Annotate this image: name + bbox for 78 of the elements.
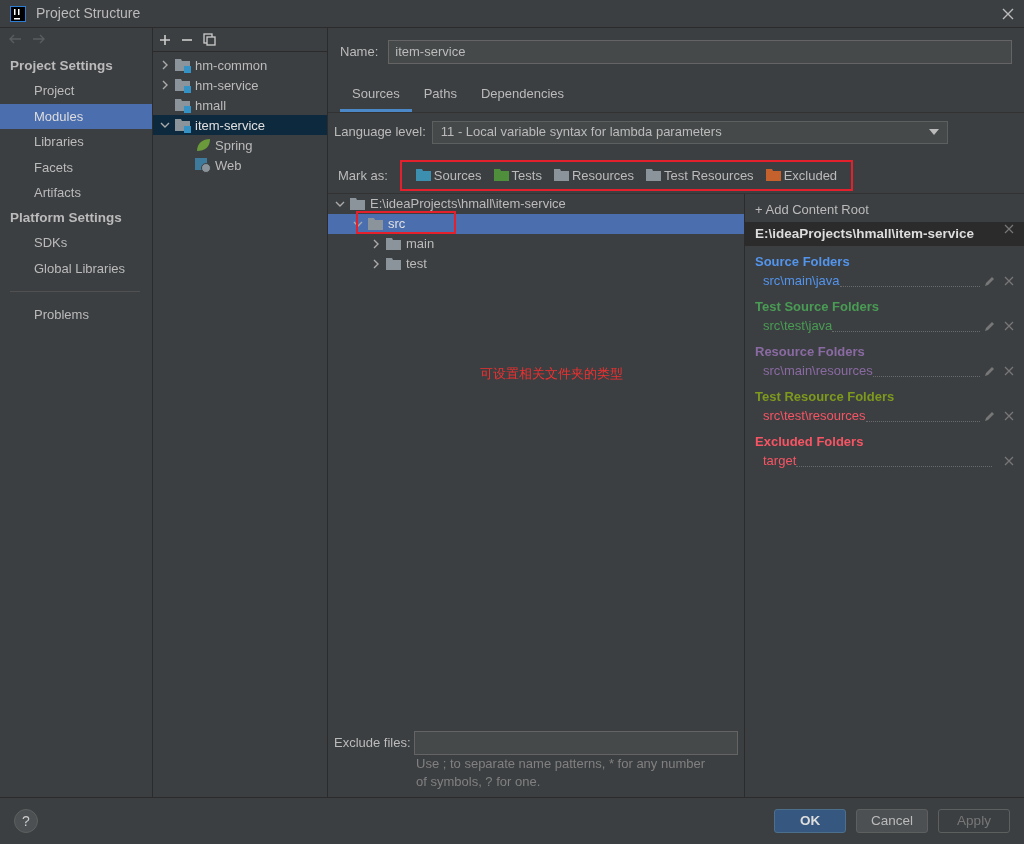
tab[interactable]: Sources (340, 80, 412, 112)
pencil-icon[interactable] (984, 320, 996, 332)
folder-section-title: Test Source Folders (755, 297, 880, 316)
leaf-icon (195, 137, 211, 154)
sidebar-item[interactable]: Global Libraries (0, 255, 152, 281)
mark-as-button[interactable]: Test Resources (646, 165, 754, 185)
section-heading: Project Settings (9, 57, 114, 75)
folder-section-title: Excluded Folders (755, 432, 865, 451)
module-folder-icon (175, 97, 191, 114)
mark-as-button[interactable]: Tests (493, 165, 542, 185)
close-icon[interactable] (1004, 456, 1014, 466)
close-icon[interactable] (1004, 366, 1014, 376)
sidebar-item[interactable]: Project (0, 78, 152, 104)
folder-name[interactable]: test (406, 254, 427, 274)
pencil-icon[interactable] (984, 275, 996, 287)
folder-name[interactable]: E:\ideaProjects\hmall\item-service (370, 194, 566, 214)
name-field[interactable]: item-service (388, 40, 1012, 64)
mark-as-label: Mark as: (338, 166, 388, 185)
folder-name[interactable]: src (388, 214, 406, 234)
section-heading: Platform Settings (9, 208, 123, 227)
language-level-label: Language level: (334, 123, 426, 142)
sidebar-item[interactable]: SDKs (0, 230, 152, 256)
exclude-files-label: Exclude files: (334, 734, 411, 753)
app-logo-icon (10, 5, 26, 22)
add-content-root-link[interactable]: + Add Content Root (745, 194, 1024, 222)
module-folder-icon (175, 77, 191, 94)
language-level-dropdown[interactable]: 11 - Local variable syntax for lambda parameters (431, 120, 948, 144)
exclude-files-field[interactable] (413, 731, 738, 755)
folder-path[interactable]: src\test\java (763, 316, 833, 336)
folder-icon (386, 256, 402, 272)
close-icon[interactable] (1004, 276, 1014, 286)
module-folder-icon (175, 57, 191, 74)
name-label: Name: (340, 43, 379, 62)
add-icon[interactable] (159, 33, 171, 46)
sidebar-item[interactable]: Libraries (0, 129, 152, 155)
close-icon[interactable] (1004, 411, 1014, 421)
annotation-text: 可设置相关文件夹的类型 (478, 365, 624, 383)
close-icon[interactable] (1002, 8, 1014, 21)
back-arrow-icon[interactable] (8, 34, 22, 44)
sidebar-item[interactable]: Artifacts (0, 180, 152, 206)
folder-section-title: Test Resource Folders (755, 387, 896, 406)
folder-icon (368, 216, 384, 232)
web-module-icon (195, 157, 211, 174)
sidebar-item[interactable]: Problems (0, 302, 152, 328)
module-name[interactable]: hmall (195, 95, 227, 115)
mark-as-button[interactable]: Sources (415, 165, 482, 185)
hint-text: Use ; to separate name patterns, * for any number of symbols, ? for one. (416, 755, 707, 791)
module-name[interactable]: hm-service (195, 75, 259, 95)
forward-arrow-icon[interactable] (32, 34, 46, 44)
folder-path[interactable]: src\main\java (763, 271, 840, 291)
close-icon[interactable] (1004, 321, 1014, 331)
module-name[interactable]: hm-common (195, 55, 268, 75)
mark-as-button[interactable]: Excluded (765, 165, 838, 185)
module-folder-icon (175, 117, 191, 134)
module-name[interactable]: Spring (215, 135, 253, 155)
content-root-path: E:\ideaProjects\hmall\item-service (755, 224, 975, 243)
tab[interactable]: Dependencies (468, 80, 577, 112)
folder-name[interactable]: main (406, 234, 435, 254)
sidebar-item[interactable]: Facets (0, 154, 152, 181)
folder-icon (350, 196, 366, 212)
folder-path[interactable]: target (763, 451, 797, 471)
folder-section-title: Resource Folders (755, 342, 866, 361)
module-name[interactable]: Web (215, 155, 242, 175)
dialog-button[interactable]: OK (774, 809, 846, 833)
folder-icon (386, 236, 402, 252)
sidebar-item[interactable]: Modules (0, 103, 152, 130)
folder-section-title: Source Folders (755, 252, 851, 271)
pencil-icon[interactable] (984, 365, 996, 377)
dialog-button[interactable]: Cancel (856, 809, 928, 833)
tab[interactable]: Paths (411, 80, 469, 112)
mark-as-button[interactable]: Resources (553, 165, 635, 185)
copy-icon[interactable] (203, 33, 216, 46)
dropdown-caret-icon (928, 129, 939, 135)
window-title: Project Structure (36, 4, 141, 23)
pencil-icon[interactable] (984, 410, 996, 422)
close-icon[interactable] (1004, 223, 1014, 234)
help-button[interactable]: ? (14, 809, 38, 833)
folder-path[interactable]: src\test\resources (763, 406, 866, 426)
